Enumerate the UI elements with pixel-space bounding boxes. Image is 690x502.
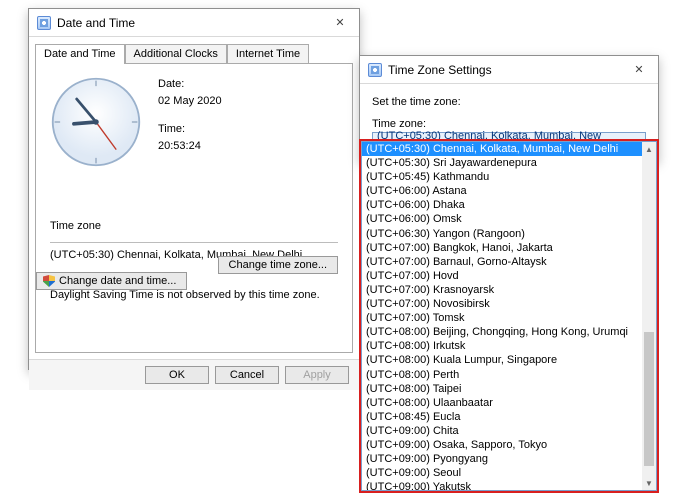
timezone-option[interactable]: (UTC+06:00) Omsk <box>362 212 656 226</box>
timezone-option[interactable]: (UTC+09:00) Pyongyang <box>362 452 656 466</box>
timezone-option[interactable]: (UTC+09:00) Chita <box>362 424 656 438</box>
timezone-option[interactable]: (UTC+08:00) Irkutsk <box>362 339 656 353</box>
date-time-app-icon <box>37 16 51 30</box>
date-time-title: Date and Time <box>57 16 325 30</box>
timezone-option[interactable]: (UTC+07:00) Barnaul, Gorno-Altaysk <box>362 255 656 269</box>
timezone-option[interactable]: (UTC+09:00) Yakutsk <box>362 480 656 491</box>
date-label: Date: <box>158 76 222 93</box>
timezone-option[interactable]: (UTC+07:00) Krasnoyarsk <box>362 283 656 297</box>
date-time-titlebar[interactable]: Date and Time ✕ <box>29 9 359 37</box>
tab-internet-time[interactable]: Internet Time <box>227 44 309 64</box>
timezone-section-label: Time zone <box>50 220 338 232</box>
timezone-option[interactable]: (UTC+09:00) Osaka, Sapporo, Tokyo <box>362 438 656 452</box>
dialog-button-row: OK Cancel Apply <box>29 359 359 390</box>
analog-clock <box>50 76 142 168</box>
timezone-titlebar[interactable]: Time Zone Settings ✕ <box>360 56 658 84</box>
timezone-option[interactable]: (UTC+09:00) Seoul <box>362 466 656 480</box>
timezone-prompt: Set the time zone: <box>372 96 646 108</box>
date-time-readout: Date: 02 May 2020 Time: 20:53:24 <box>158 76 222 168</box>
timezone-option[interactable]: (UTC+07:00) Novosibirsk <box>362 297 656 311</box>
tab-date-and-time[interactable]: Date and Time <box>35 44 125 64</box>
timezone-app-icon <box>368 63 382 77</box>
time-label: Time: <box>158 121 222 138</box>
tab-panel-date-and-time: Date: 02 May 2020 Time: 20:53:24 Change … <box>35 63 353 353</box>
timezone-option[interactable]: (UTC+05:45) Kathmandu <box>362 170 656 184</box>
timezone-option[interactable]: (UTC+06:30) Yangon (Rangoon) <box>362 227 656 241</box>
timezone-option[interactable]: (UTC+07:00) Hovd <box>362 269 656 283</box>
tab-additional-clocks[interactable]: Additional Clocks <box>125 44 227 64</box>
timezone-option[interactable]: (UTC+06:00) Astana <box>362 184 656 198</box>
apply-button[interactable]: Apply <box>285 366 349 384</box>
close-icon[interactable]: ✕ <box>624 60 654 80</box>
scrollbar[interactable]: ▲ ▼ <box>642 142 656 490</box>
timezone-option[interactable]: (UTC+06:00) Dhaka <box>362 198 656 212</box>
timezone-option[interactable]: (UTC+08:00) Taipei <box>362 382 656 396</box>
date-value: 02 May 2020 <box>158 93 222 110</box>
date-time-dialog: Date and Time ✕ Date and Time Additional… <box>28 8 360 370</box>
scrollbar-thumb[interactable] <box>644 332 654 466</box>
change-timezone-button[interactable]: Change time zone... <box>218 256 338 274</box>
timezone-option[interactable]: (UTC+08:00) Beijing, Chongqing, Hong Kon… <box>362 325 656 339</box>
cancel-button[interactable]: Cancel <box>215 366 279 384</box>
timezone-option[interactable]: (UTC+08:00) Kuala Lumpur, Singapore <box>362 353 656 367</box>
scroll-up-icon[interactable]: ▲ <box>642 142 656 156</box>
change-date-time-button[interactable]: Change date and time... <box>36 272 187 290</box>
divider <box>50 242 338 243</box>
scroll-down-icon[interactable]: ▼ <box>642 476 656 490</box>
timezone-option[interactable]: (UTC+05:30) Sri Jayawardenepura <box>362 156 656 170</box>
tab-strip: Date and Time Additional Clocks Internet… <box>35 43 353 63</box>
scrollbar-track[interactable] <box>642 156 656 476</box>
timezone-option[interactable]: (UTC+07:00) Bangkok, Hanoi, Jakarta <box>362 241 656 255</box>
ok-button[interactable]: OK <box>145 366 209 384</box>
timezone-title: Time Zone Settings <box>388 63 624 77</box>
timezone-option[interactable]: (UTC+07:00) Tomsk <box>362 311 656 325</box>
timezone-option[interactable]: (UTC+08:00) Perth <box>362 368 656 382</box>
timezone-option[interactable]: (UTC+08:45) Eucla <box>362 410 656 424</box>
time-value: 20:53:24 <box>158 138 222 155</box>
timezone-field-label: Time zone: <box>372 118 646 130</box>
close-icon[interactable]: ✕ <box>325 13 355 33</box>
timezone-option[interactable]: (UTC+05:30) Chennai, Kolkata, Mumbai, Ne… <box>362 142 656 156</box>
timezone-dropdown-list[interactable]: (UTC+05:30) Chennai, Kolkata, Mumbai, Ne… <box>361 141 657 491</box>
dst-note: Daylight Saving Time is not observed by … <box>50 289 338 301</box>
timezone-dropdown-highlight: (UTC+05:30) Chennai, Kolkata, Mumbai, Ne… <box>359 139 659 493</box>
timezone-option[interactable]: (UTC+08:00) Ulaanbaatar <box>362 396 656 410</box>
